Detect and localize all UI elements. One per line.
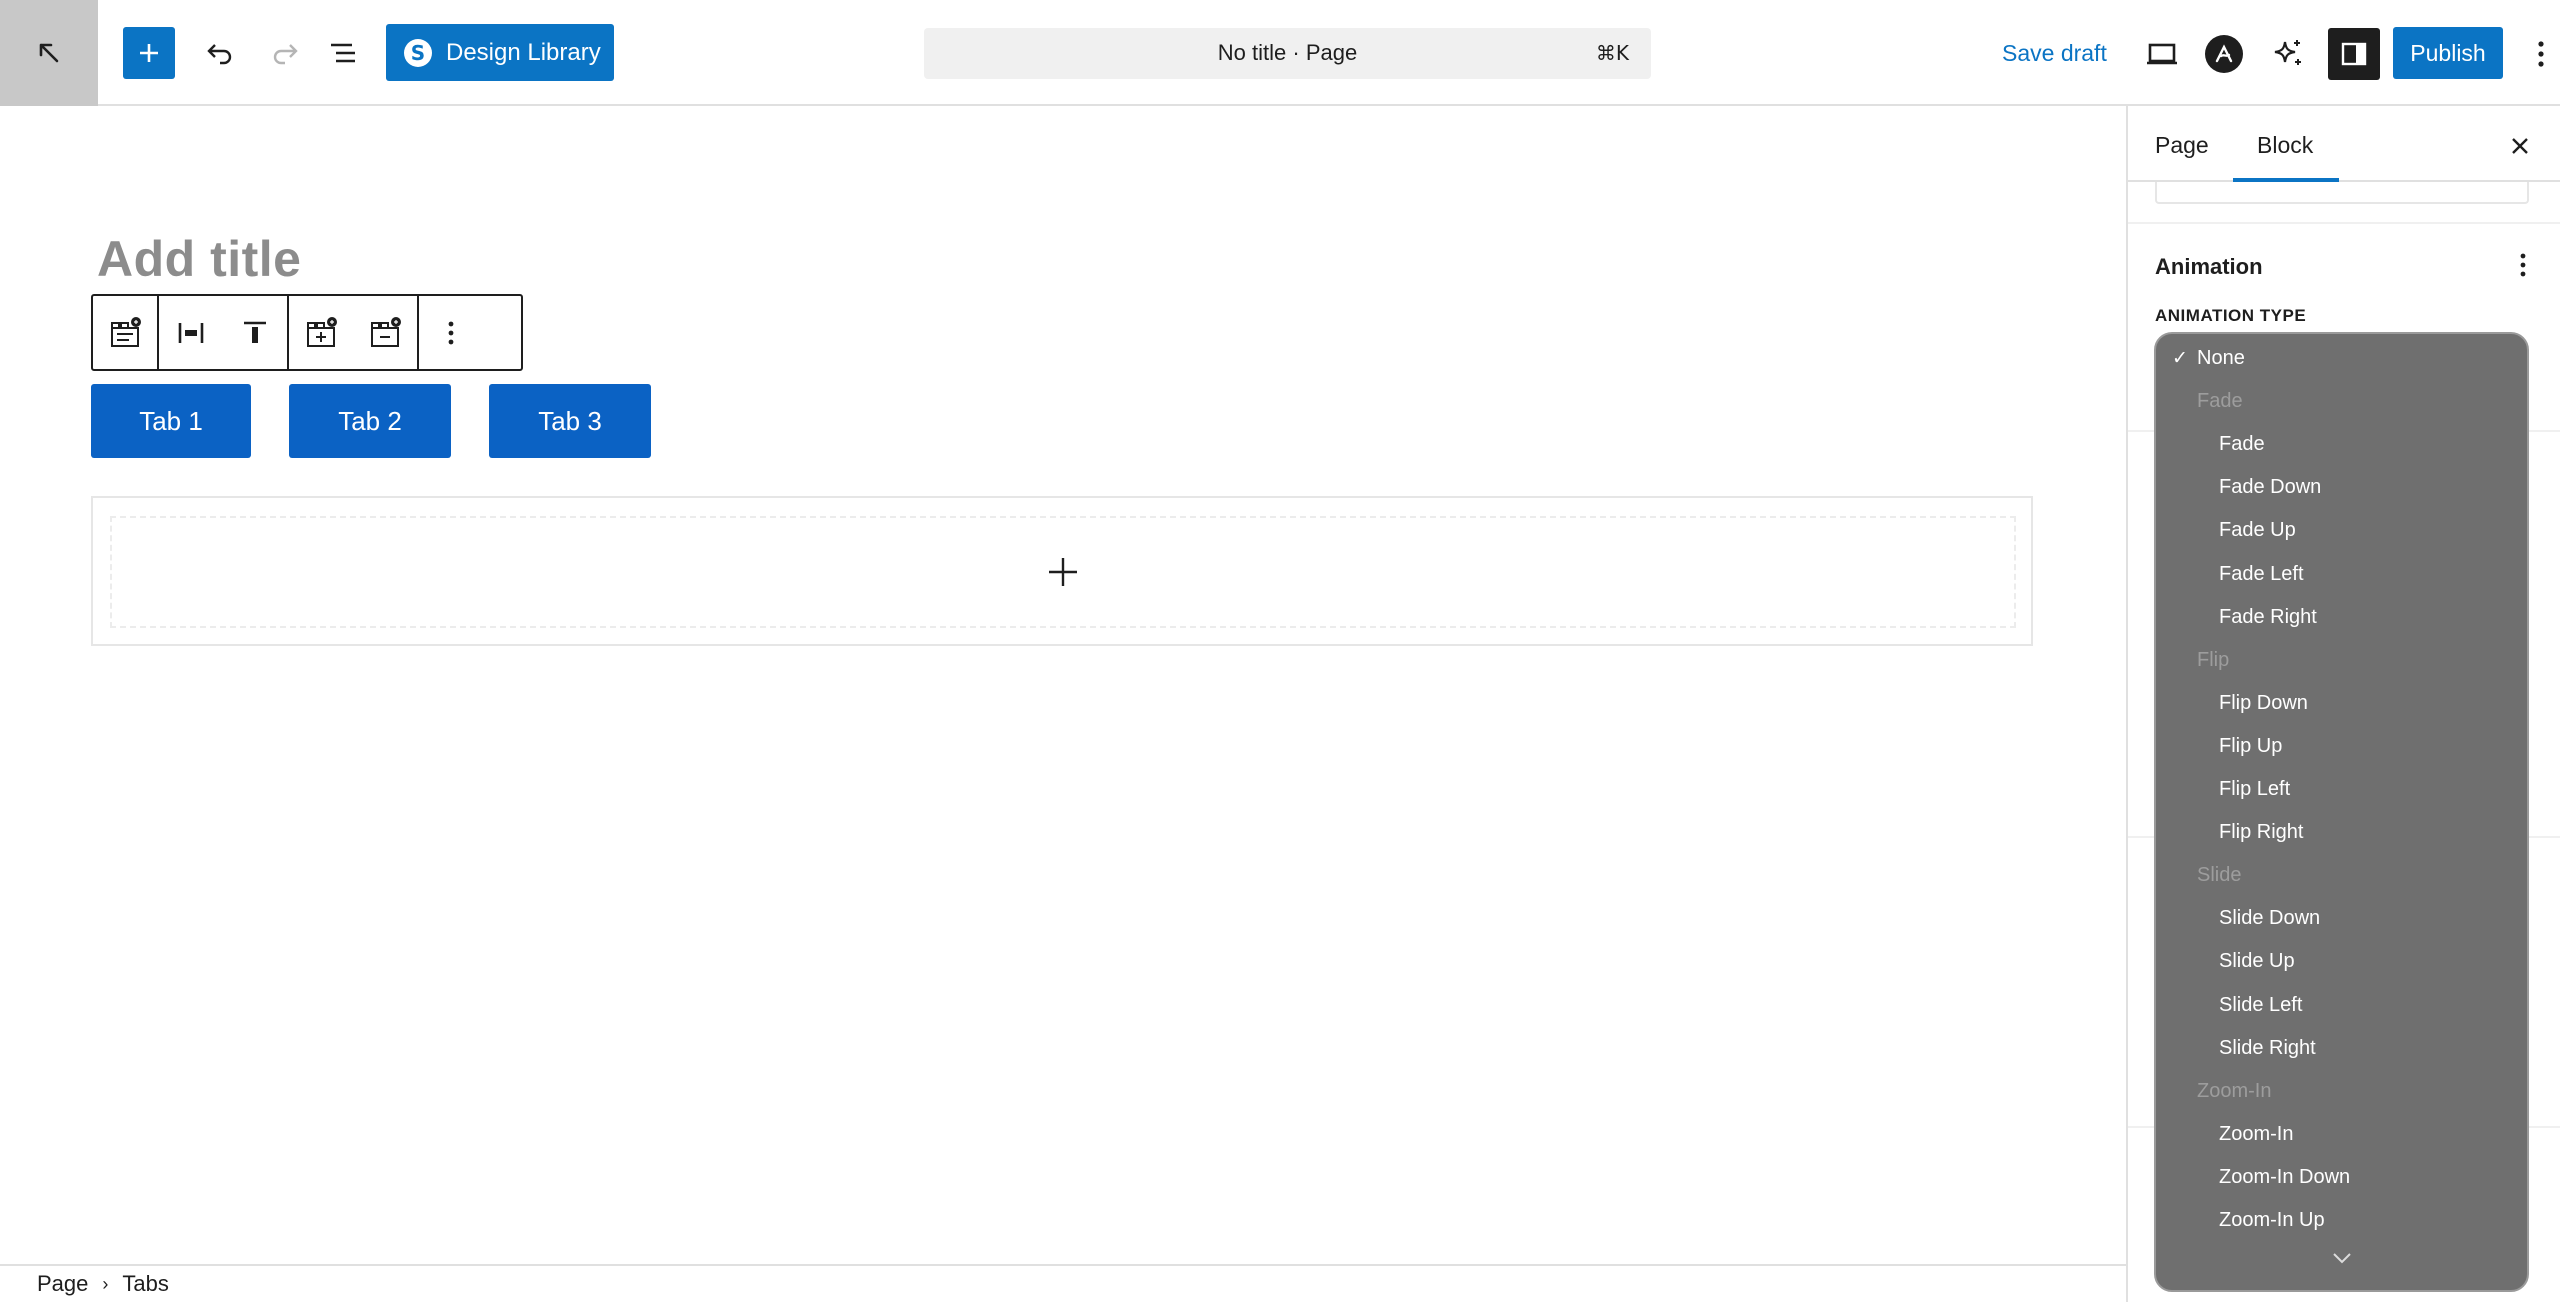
block-options-button[interactable] <box>419 296 483 369</box>
add-block-button[interactable] <box>123 27 175 79</box>
dropdown-option-label: Slide Left <box>2219 993 2303 1016</box>
top-toolbar: S Design Library No title · Page ⌘K Save… <box>0 0 2560 106</box>
dropdown-option-label: Slide <box>2197 864 2242 887</box>
stackable-icon <box>2205 35 2243 73</box>
block-toolbar <box>91 294 523 371</box>
list-view-icon <box>331 43 355 63</box>
tab-button[interactable]: Tab 3 <box>489 384 651 458</box>
animation-type-label: ANIMATION TYPE <box>2155 306 2307 325</box>
stackable-settings-button[interactable] <box>2198 28 2250 80</box>
undo-button[interactable] <box>194 27 246 79</box>
sidebar-icon <box>2341 42 2367 66</box>
close-icon <box>2512 138 2528 154</box>
block-appender[interactable] <box>110 516 2016 628</box>
tab-button[interactable]: Tab 2 <box>289 384 451 458</box>
animation-panel-title[interactable]: Animation <box>2155 254 2263 280</box>
dropdown-option-label: Slide Right <box>2219 1036 2316 1059</box>
dropdown-option-label: Fade <box>2197 390 2243 413</box>
add-tab-button[interactable] <box>289 296 353 369</box>
sidebar-tabs: Page Block <box>2128 106 2560 182</box>
previous-panel-control <box>2155 182 2529 204</box>
vertical-ellipsis-icon <box>448 321 454 344</box>
design-library-button[interactable]: S Design Library <box>386 24 614 81</box>
redo-button[interactable] <box>259 27 311 79</box>
design-library-label: Design Library <box>446 38 601 66</box>
dropdown-option-label: Fade <box>2219 433 2265 456</box>
command-shortcut: ⌘K <box>1595 41 1629 65</box>
vertical-ellipsis-icon <box>2520 253 2526 277</box>
dropdown-option-label: Slide Down <box>2219 907 2321 930</box>
plus-icon <box>140 44 158 62</box>
scroll-down-arrow[interactable] <box>2156 1252 2527 1264</box>
settings-sidebar-toggle[interactable] <box>2328 28 2380 80</box>
animation-panel-options[interactable] <box>2508 248 2538 282</box>
remove-tab-button[interactable] <box>353 296 417 369</box>
vertical-ellipsis-icon <box>2538 41 2544 67</box>
more-options-group <box>419 296 483 369</box>
block-editor: S Design Library No title · Page ⌘K Save… <box>0 0 2560 1302</box>
align-top-icon <box>244 321 266 343</box>
dropdown-option-label: Fade Up <box>2219 519 2296 542</box>
alignment-group <box>159 296 289 369</box>
sparkles-icon <box>2274 40 2301 65</box>
dropdown-option-label: Zoom-In Down <box>2219 1165 2351 1188</box>
dropdown-option-label: Fade Left <box>2219 562 2304 585</box>
tab-buttons: Tab 1 Tab 2 Tab 3 <box>91 384 651 458</box>
dropdown-option-label: Fade Right <box>2219 605 2317 628</box>
tab-content-area <box>91 496 2033 646</box>
dropdown-option-label: Zoom-In <box>2197 1079 2272 1102</box>
dropdown-option-label: Zoom-In Up <box>2219 1209 2325 1231</box>
options-menu-button[interactable] <box>2522 28 2560 80</box>
chevron-right-icon: › <box>102 1273 109 1294</box>
block-breadcrumb: Page › Tabs <box>0 1264 2126 1302</box>
dropdown-option-label: Zoom-In <box>2219 1122 2294 1145</box>
publish-button[interactable]: Publish <box>2393 27 2503 79</box>
document-title: No title · Page <box>1217 40 1358 65</box>
dropdown-option-label: Flip Left <box>2219 778 2291 800</box>
block-type-button[interactable] <box>93 296 157 369</box>
dropdown-option-label: Flip Up <box>2219 734 2283 757</box>
animation-type-dropdown[interactable]: ✓ None Fade Fade Fade Down Fade Up Fade Left Fa… <box>2154 332 2529 1292</box>
content-justify-button[interactable] <box>159 296 223 369</box>
vertical-align-button[interactable] <box>223 296 287 369</box>
ai-assistant-button[interactable] <box>2262 28 2314 80</box>
tab-block[interactable]: Block <box>2257 132 2313 159</box>
tab-page[interactable]: Page <box>2155 132 2209 159</box>
stackable-logo-icon: S <box>404 38 432 67</box>
plus-icon <box>1049 558 1077 586</box>
tabs-block-icon <box>111 316 141 347</box>
undo-icon <box>207 44 232 65</box>
close-sidebar-button[interactable] <box>2498 124 2542 168</box>
block-type-group <box>93 296 159 369</box>
dropdown-option-label: Flip Right <box>2219 821 2304 844</box>
tab-button[interactable]: Tab 1 <box>91 384 251 458</box>
dropdown-option-label: Flip <box>2197 648 2230 671</box>
breadcrumb-item[interactable]: Tabs <box>122 1271 168 1297</box>
document-overview-button[interactable] <box>317 27 369 79</box>
add-tab-icon <box>307 316 337 347</box>
tab-actions-group <box>289 296 419 369</box>
back-to-dashboard-button[interactable] <box>0 0 98 106</box>
editor-canvas: Add title Tab 1 Tab 2 Tab 3 <box>0 106 2126 1264</box>
desktop-icon <box>2147 43 2177 65</box>
breadcrumb-item[interactable]: Page <box>37 1271 88 1297</box>
save-draft-button[interactable]: Save draft <box>2002 40 2107 67</box>
panel-divider <box>2128 222 2560 224</box>
chevron-down-icon <box>2332 1253 2351 1264</box>
checkmark-icon: ✓ <box>2172 348 2188 369</box>
command-palette-bar[interactable]: No title · Page ⌘K <box>924 28 1651 79</box>
preview-button[interactable] <box>2136 28 2188 80</box>
title-input[interactable]: Add title <box>97 230 301 288</box>
dropdown-option-label: None <box>2197 347 2245 369</box>
dropdown-option-label: Slide Up <box>2219 950 2295 973</box>
arrow-up-left-icon <box>39 43 59 63</box>
justify-space-between-icon <box>178 322 204 343</box>
remove-tab-icon <box>371 316 401 347</box>
dropdown-option-label: Fade Down <box>2219 476 2322 499</box>
redo-icon <box>273 44 298 65</box>
dropdown-option-label: Flip Down <box>2219 691 2308 714</box>
